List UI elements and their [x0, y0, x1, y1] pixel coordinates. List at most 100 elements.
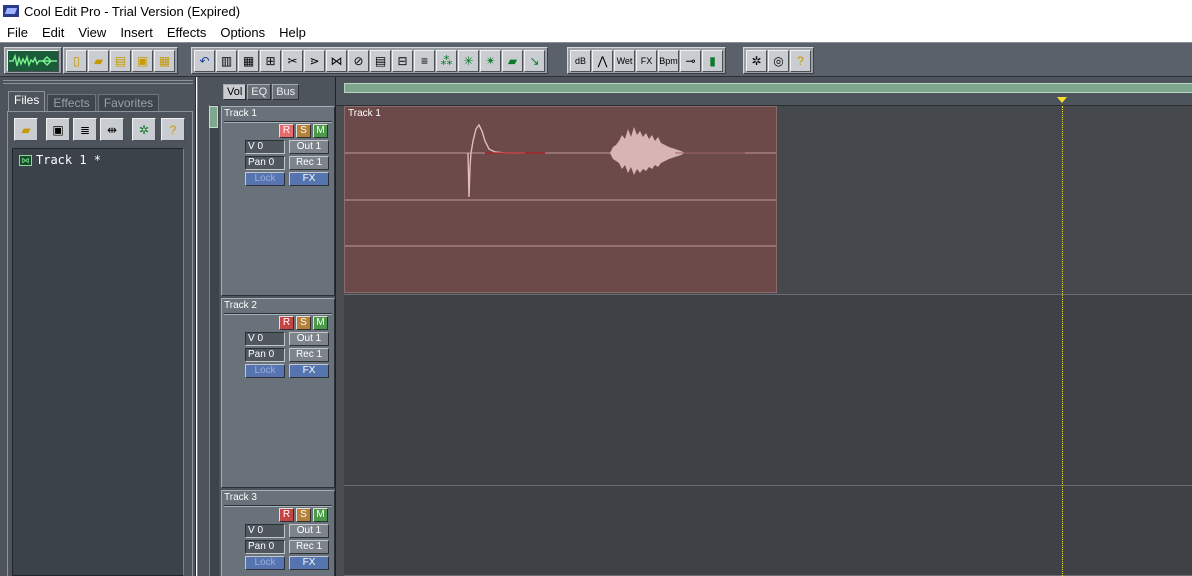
tab-eq[interactable]: EQ	[247, 84, 272, 100]
lock-button[interactable]: Lock	[245, 172, 285, 186]
loop-button[interactable]: ⊘	[348, 49, 369, 72]
close-file-button[interactable]: ▣	[46, 118, 70, 141]
insert-into-multitrack-button[interactable]: ≣	[73, 118, 97, 141]
fx-button[interactable]: FX	[289, 172, 329, 186]
timeline-ruler[interactable]	[336, 77, 1192, 106]
record-button[interactable]: R	[279, 508, 294, 522]
split-button[interactable]: ⋗	[304, 49, 325, 72]
lr-icon: ⋀	[597, 53, 608, 68]
file-list[interactable]: ⋈ Track 1 *	[12, 148, 184, 576]
new-button[interactable]: ▯	[66, 49, 87, 72]
mute-button[interactable]: M	[313, 508, 328, 522]
track-scrollbar[interactable]	[209, 105, 219, 576]
tab-effects[interactable]: Effects	[47, 94, 96, 111]
shift-button[interactable]: ≡	[414, 49, 435, 72]
record-button[interactable]: R	[279, 124, 294, 138]
info-button[interactable]: ◎	[768, 49, 789, 72]
db-button[interactable]: dB	[570, 49, 591, 72]
open-file-button[interactable]: ▰	[14, 118, 38, 141]
snap-button[interactable]: ✳	[458, 49, 479, 72]
playhead-marker[interactable]	[1057, 97, 1067, 103]
link-button[interactable]: ⊸	[680, 49, 701, 72]
tab-favorites[interactable]: Favorites	[97, 94, 160, 111]
bpm-button[interactable]: Bpm	[658, 49, 679, 72]
mute-button[interactable]: M	[313, 316, 328, 330]
save-all-button[interactable]: ▦	[154, 49, 175, 72]
track-header-1[interactable]: Track 1 R S M V 0 Out 1 Pan 0 Rec 1 Lock…	[221, 106, 335, 296]
pan-field[interactable]: Pan 0	[245, 348, 285, 362]
list-item[interactable]: ⋈ Track 1 *	[19, 153, 101, 167]
lock-button[interactable]: Lock	[245, 556, 285, 570]
merge-button[interactable]: ⋈	[326, 49, 347, 72]
solo-button[interactable]: S	[296, 508, 311, 522]
align-button[interactable]: ⊟	[392, 49, 413, 72]
overview-bar[interactable]	[344, 83, 1192, 93]
solo-button[interactable]: S	[296, 316, 311, 330]
pan-button[interactable]: ↘	[524, 49, 545, 72]
track-header-2[interactable]: Track 2 R S M V 0 Out 1 Pan 0 Rec 1 Lock…	[221, 298, 335, 488]
menu-view[interactable]: View	[71, 25, 113, 40]
audio-clip[interactable]: Track 1	[344, 106, 777, 293]
organizer-help-button[interactable]: ?	[161, 118, 185, 141]
fx-button[interactable]: FX	[636, 49, 657, 72]
menu-file[interactable]: File	[0, 25, 35, 40]
output-button[interactable]: Out 1	[289, 332, 329, 346]
pan-field[interactable]: Pan 0	[245, 156, 285, 170]
record-input-button[interactable]: Rec 1	[289, 156, 329, 170]
panel-splitter[interactable]	[197, 77, 205, 576]
tab-vol[interactable]: Vol	[223, 84, 247, 100]
noise-button[interactable]: ⁂	[436, 49, 457, 72]
mute-button[interactable]: ✴	[480, 49, 501, 72]
tab-files[interactable]: Files	[8, 91, 46, 111]
envelope-button[interactable]: ▦	[238, 49, 259, 72]
waveform-mode-button[interactable]	[7, 49, 59, 72]
menu-edit[interactable]: Edit	[35, 25, 71, 40]
wet-button[interactable]: Wet	[614, 49, 635, 72]
record-button[interactable]: R	[279, 316, 294, 330]
fx-button[interactable]: FX	[289, 556, 329, 570]
record-input-button[interactable]: Rec 1	[289, 348, 329, 362]
settings-icon: ✲	[751, 53, 762, 68]
help-button[interactable]: ?	[790, 49, 811, 72]
mix-button[interactable]: ▥	[216, 49, 237, 72]
record-input-button[interactable]: Rec 1	[289, 540, 329, 554]
track-area[interactable]: Track 1	[344, 106, 1192, 576]
track-lane-1[interactable]: Track 1	[344, 106, 1192, 295]
volume-field[interactable]: V 0	[245, 524, 285, 538]
solo-button[interactable]: S	[296, 124, 311, 138]
multitrack-timeline[interactable]: Track 1	[335, 77, 1192, 576]
output-button[interactable]: Out 1	[289, 140, 329, 154]
menu-options[interactable]: Options	[213, 25, 272, 40]
pan-field[interactable]: Pan 0	[245, 540, 285, 554]
menu-effects[interactable]: Effects	[160, 25, 214, 40]
track-lane-2[interactable]	[344, 296, 1192, 486]
organizer-options-icon: ✲	[138, 122, 150, 137]
track-header-3[interactable]: Track 3 R S M V 0 Out 1 Pan 0 Rec 1 Lock…	[221, 490, 335, 576]
lock-button[interactable]: Lock	[245, 364, 285, 378]
menu-help[interactable]: Help	[272, 25, 313, 40]
undo-button[interactable]: ↶	[194, 49, 215, 72]
volume-field[interactable]: V 0	[245, 140, 285, 154]
edit-file-button[interactable]: ⇹	[100, 118, 124, 141]
menu-insert[interactable]: Insert	[113, 25, 160, 40]
lock-button[interactable]: ▤	[370, 49, 391, 72]
open-append-button[interactable]: ▤	[110, 49, 131, 72]
window-title: Cool Edit Pro - Trial Version (Expired)	[24, 3, 241, 19]
settings-button[interactable]: ✲	[746, 49, 767, 72]
organizer-options-button[interactable]: ✲	[132, 118, 156, 141]
open-button[interactable]: ▰	[88, 49, 109, 72]
output-button[interactable]: Out 1	[289, 524, 329, 538]
track-scroll-thumb[interactable]	[209, 106, 218, 128]
tab-bus[interactable]: Bus	[272, 84, 300, 100]
organizer-grip[interactable]	[3, 80, 193, 84]
cut-button[interactable]: ✂	[282, 49, 303, 72]
spectral-button[interactable]: ▰	[502, 49, 523, 72]
insert-button[interactable]: ⊞	[260, 49, 281, 72]
tempo-button[interactable]: ▮	[702, 49, 723, 72]
track-lane-3[interactable]	[344, 487, 1192, 576]
lr-button[interactable]: ⋀	[592, 49, 613, 72]
mute-button[interactable]: M	[313, 124, 328, 138]
save-button[interactable]: ▣	[132, 49, 153, 72]
fx-button[interactable]: FX	[289, 364, 329, 378]
volume-field[interactable]: V 0	[245, 332, 285, 346]
